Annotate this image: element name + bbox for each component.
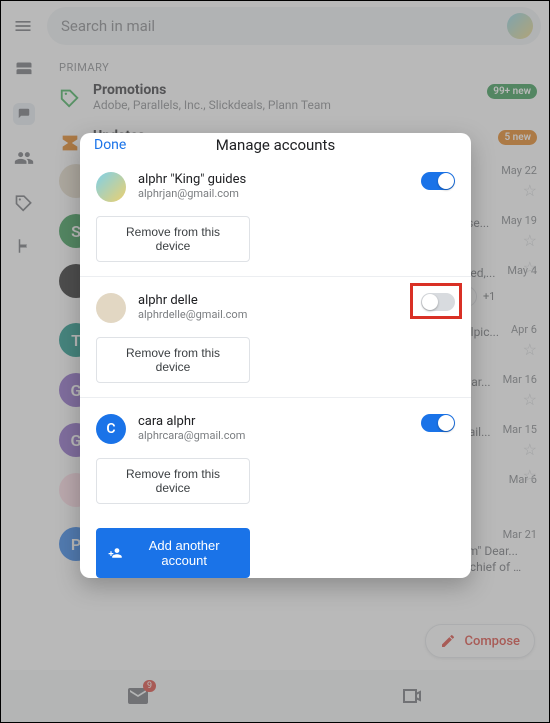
account-avatar: C bbox=[96, 414, 126, 444]
account-toggle[interactable] bbox=[421, 414, 455, 432]
account-email: alphrjan@gmail.com bbox=[138, 187, 246, 201]
account-item: alphr delle alphrdelle@gmail.com Remove … bbox=[80, 277, 471, 398]
account-email: alphrcara@gmail.com bbox=[138, 429, 245, 443]
account-email: alphrdelle@gmail.com bbox=[138, 308, 247, 322]
remove-account-button[interactable]: Remove from this device bbox=[96, 216, 250, 262]
annotation-highlight bbox=[410, 283, 462, 319]
remove-account-button[interactable]: Remove from this device bbox=[96, 458, 250, 504]
account-toggle[interactable] bbox=[421, 172, 455, 190]
remove-account-button[interactable]: Remove from this device bbox=[96, 337, 250, 383]
account-name: alphr delle bbox=[138, 293, 247, 308]
account-name: cara alphr bbox=[138, 414, 245, 429]
modal-title: Manage accounts bbox=[216, 136, 335, 154]
add-account-button[interactable]: Add another account bbox=[96, 528, 250, 578]
account-item: alphr "King" guides alphrjan@gmail.com R… bbox=[80, 156, 471, 277]
account-avatar bbox=[96, 293, 126, 323]
done-button[interactable]: Done bbox=[94, 137, 126, 153]
person-add-icon bbox=[108, 545, 122, 561]
account-avatar bbox=[96, 172, 126, 202]
account-item: C cara alphr alphrcara@gmail.com Remove … bbox=[80, 398, 471, 518]
account-name: alphr "King" guides bbox=[138, 172, 246, 187]
add-account-label: Add another account bbox=[130, 538, 238, 568]
manage-accounts-modal: Done Manage accounts alphr "King" guides… bbox=[80, 133, 471, 578]
